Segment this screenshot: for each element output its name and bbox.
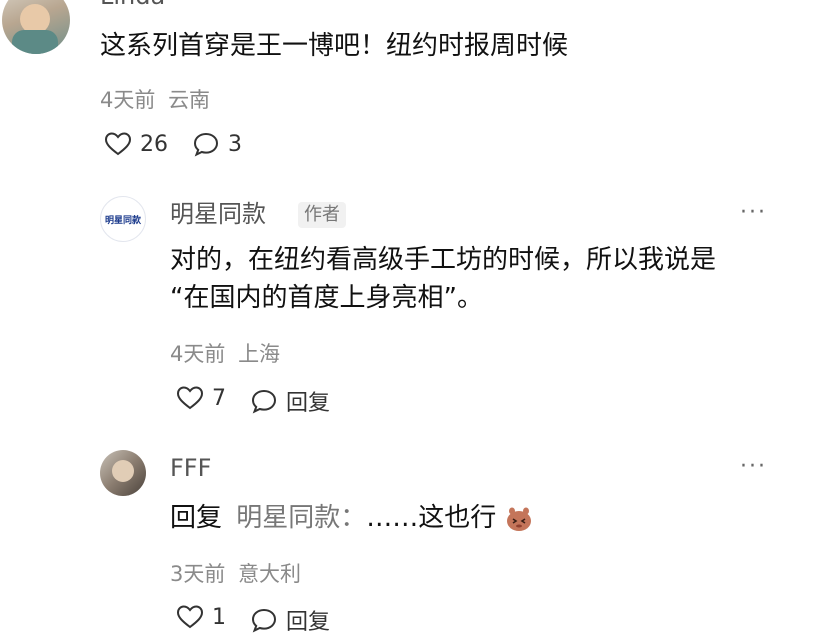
comment-location: 意大利 [238, 562, 302, 586]
more-options-icon[interactable]: ··· [740, 200, 767, 225]
comment-meta: 4天前 上海 [170, 338, 280, 368]
speech-bubble-icon [251, 608, 277, 633]
speech-bubble-icon [193, 132, 219, 157]
comment-text: 这系列首穿是王一博吧！纽约时报周时候 [100, 31, 569, 61]
reply-label: 回复 [286, 391, 331, 416]
comment-location: 云南 [168, 88, 211, 112]
reply-text: 回复 明星同款：……这也行 [170, 492, 533, 544]
comment-button[interactable]: 3 [192, 131, 242, 157]
comment-username[interactable]: Linda [100, 0, 165, 10]
reply-button[interactable]: 回复 [250, 385, 330, 417]
like-button[interactable]: 7 [176, 385, 226, 411]
reply-mention[interactable]: 明星同款： [236, 503, 366, 533]
reply-label: 回复 [286, 610, 331, 635]
comment-text-line2: “在国内的首度上身亮相”。 [170, 283, 483, 313]
like-count: 26 [140, 131, 168, 157]
like-count: 1 [212, 604, 226, 630]
heart-outline-icon [176, 386, 204, 410]
comment-time: 3天前 [170, 562, 226, 586]
like-button[interactable]: 26 [104, 131, 168, 157]
reply-prefix: 回复 [170, 503, 223, 533]
like-count: 7 [212, 385, 226, 411]
reply-button[interactable]: 回复 [250, 604, 330, 636]
heart-outline-icon [104, 132, 132, 156]
reply-content: ……这也行 [366, 503, 497, 533]
comment-meta: 3天前 意大利 [170, 558, 301, 588]
comment-meta: 4天前 云南 [100, 84, 210, 114]
reply-count: 3 [228, 131, 242, 157]
shy-face-emoji-icon [506, 507, 531, 531]
comment-location: 上海 [238, 342, 281, 366]
like-button[interactable]: 1 [176, 604, 226, 630]
avatar-linda[interactable] [2, 0, 70, 54]
author-badge: 作者 [298, 202, 346, 228]
more-options-icon[interactable]: ··· [740, 454, 767, 479]
heart-outline-icon [176, 605, 204, 629]
avatar-fff[interactable] [100, 450, 146, 496]
speech-bubble-icon [251, 389, 277, 414]
comment-username[interactable]: FFF [170, 452, 211, 484]
avatar-author[interactable]: 明星同款 [100, 196, 146, 242]
comment-time: 4天前 [170, 342, 226, 366]
comment-time: 4天前 [100, 88, 156, 112]
comment-username[interactable]: 明星同款 [170, 198, 266, 230]
author-logo: 明星同款 [104, 215, 141, 226]
